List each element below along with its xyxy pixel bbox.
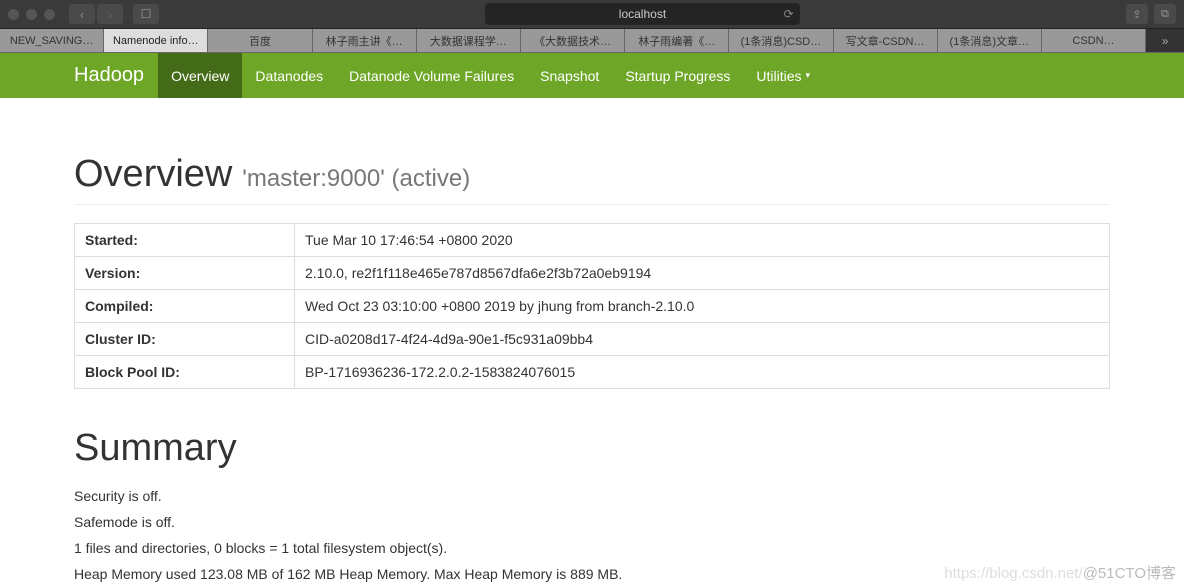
chrome-right-actions: ⇪ ⧉ — [1126, 4, 1176, 24]
browser-tab[interactable]: NEW_SAVING… — [0, 29, 104, 52]
browser-tab[interactable]: 写文章-CSDN… — [834, 29, 938, 52]
summary-line: 1 files and directories, 0 blocks = 1 to… — [74, 540, 1110, 556]
browser-tab[interactable]: 林子雨主讲《… — [313, 29, 417, 52]
hadoop-navbar: Hadoop Overview Datanodes Datanode Volum… — [0, 53, 1184, 98]
cell-label: Block Pool ID: — [75, 356, 295, 389]
browser-tab[interactable]: (1条消息)CSD… — [729, 29, 833, 52]
cell-label: Started: — [75, 224, 295, 257]
browser-chrome: ‹ › ☐ localhost ⟳ ⇪ ⧉ — [0, 0, 1184, 29]
sidebar-toggle-button[interactable]: ☐ — [133, 4, 159, 24]
browser-tab[interactable]: 百度 — [208, 29, 312, 52]
table-row: Cluster ID: CID-a0208d17-4f24-4d9a-90e1-… — [75, 323, 1110, 356]
page-title: Overview — [74, 153, 232, 195]
watermark-faint: https://blog.csdn.net/ — [944, 565, 1082, 582]
close-window-icon[interactable] — [8, 9, 19, 20]
browser-tab[interactable]: 大数据课程学… — [417, 29, 521, 52]
page-header: Overview 'master:9000' (active) — [74, 153, 1110, 205]
nav-snapshot[interactable]: Snapshot — [527, 53, 612, 98]
overview-table: Started: Tue Mar 10 17:46:54 +0800 2020 … — [74, 223, 1110, 389]
share-icon[interactable]: ⇪ — [1126, 4, 1148, 24]
url-bar[interactable]: localhost ⟳ — [485, 3, 799, 25]
watermark-text: @51CTO博客 — [1083, 565, 1176, 582]
table-row: Block Pool ID: BP-1716936236-172.2.0.2-1… — [75, 356, 1110, 389]
nav-utilities[interactable]: Utilities ▾ — [743, 53, 823, 98]
window-controls — [8, 9, 55, 20]
summary-line: Safemode is off. — [74, 514, 1110, 530]
browser-tab[interactable]: Namenode info… — [104, 29, 208, 52]
summary-line: Security is off. — [74, 488, 1110, 504]
nav-datanodes[interactable]: Datanodes — [242, 53, 336, 98]
chevron-down-icon: ▾ — [806, 70, 811, 81]
browser-tab[interactable]: 《大数据技术… — [521, 29, 625, 52]
minimize-window-icon[interactable] — [26, 9, 37, 20]
back-button[interactable]: ‹ — [69, 4, 95, 24]
browser-tab[interactable]: 林子雨编著《… — [625, 29, 729, 52]
tabs-icon[interactable]: ⧉ — [1154, 4, 1176, 24]
content-area: Overview 'master:9000' (active) Started:… — [0, 153, 1184, 582]
cell-label: Version: — [75, 257, 295, 290]
reload-icon[interactable]: ⟳ — [784, 7, 794, 21]
table-row: Started: Tue Mar 10 17:46:54 +0800 2020 — [75, 224, 1110, 257]
brand[interactable]: Hadoop — [74, 53, 158, 98]
nav-buttons: ‹ › — [69, 4, 123, 24]
table-row: Version: 2.10.0, re2f1f118e465e787d8567d… — [75, 257, 1110, 290]
page-subtitle: 'master:9000' (active) — [242, 165, 470, 192]
cell-value: BP-1716936236-172.2.0.2-1583824076015 — [295, 356, 1110, 389]
table-row: Compiled: Wed Oct 23 03:10:00 +0800 2019… — [75, 290, 1110, 323]
cell-value: Tue Mar 10 17:46:54 +0800 2020 — [295, 224, 1110, 257]
nav-startup-progress[interactable]: Startup Progress — [612, 53, 743, 98]
summary-heading: Summary — [74, 427, 1110, 470]
nav-utilities-label: Utilities — [756, 68, 801, 84]
cell-label: Cluster ID: — [75, 323, 295, 356]
nav-datanode-volume-failures[interactable]: Datanode Volume Failures — [336, 53, 527, 98]
cell-value: CID-a0208d17-4f24-4d9a-90e1-f5c931a09bb4 — [295, 323, 1110, 356]
cell-value: Wed Oct 23 03:10:00 +0800 2019 by jhung … — [295, 290, 1110, 323]
browser-tab[interactable]: CSDN… — [1042, 29, 1146, 52]
nav-overview[interactable]: Overview — [158, 53, 242, 98]
cell-label: Compiled: — [75, 290, 295, 323]
forward-button[interactable]: › — [97, 4, 123, 24]
watermark: https://blog.csdn.net/@51CTO博客 — [944, 562, 1176, 583]
tab-strip: NEW_SAVING… Namenode info… 百度 林子雨主讲《… 大数… — [0, 29, 1184, 53]
tab-overflow-button[interactable]: » — [1146, 29, 1184, 52]
maximize-window-icon[interactable] — [44, 9, 55, 20]
browser-tab[interactable]: (1条消息)文章… — [938, 29, 1042, 52]
cell-value: 2.10.0, re2f1f118e465e787d8567dfa6e2f3b7… — [295, 257, 1110, 290]
url-text: localhost — [619, 7, 666, 21]
